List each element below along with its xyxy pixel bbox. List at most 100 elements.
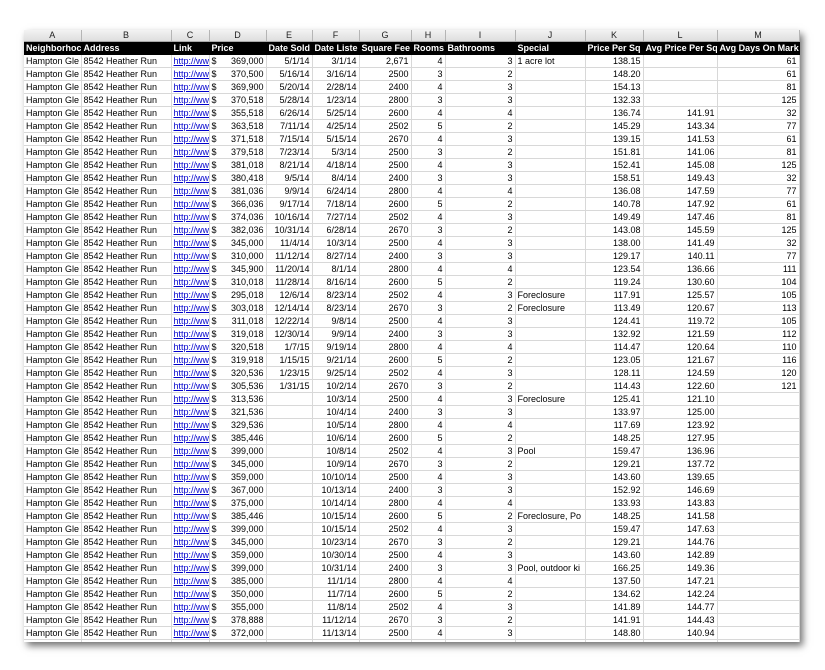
address-cell[interactable]: 8542 Heather Run: [81, 340, 172, 354]
bathrooms-cell[interactable]: 2: [445, 197, 516, 211]
date-sold-cell[interactable]: [266, 483, 313, 497]
rooms-cell[interactable]: 3: [411, 613, 446, 627]
price-per-sq-cell[interactable]: 159.47: [585, 444, 644, 458]
special-cell[interactable]: [515, 496, 586, 510]
neighborhood-cell[interactable]: Hampton Gle: [24, 171, 82, 185]
link-cell[interactable]: http://ww: [171, 470, 210, 484]
bathrooms-cell[interactable]: 4: [445, 496, 516, 510]
listing-link[interactable]: http://ww: [174, 524, 209, 534]
column-letter[interactable]: L: [643, 30, 718, 42]
date-sold-cell[interactable]: 5/16/14: [266, 67, 313, 81]
price-cell[interactable]: $363,518: [209, 119, 267, 133]
price-cell[interactable]: $367,000: [209, 483, 267, 497]
special-cell[interactable]: [515, 457, 586, 471]
date-listed-cell[interactable]: 10/3/14: [312, 392, 360, 406]
column-letter[interactable]: J: [515, 30, 586, 42]
square-feet-cell[interactable]: 2,671: [359, 54, 412, 68]
price-cell[interactable]: $313,536: [209, 392, 267, 406]
square-feet-cell[interactable]: 2670: [359, 301, 412, 315]
price-cell[interactable]: $345,900: [209, 262, 267, 276]
price-per-sq-cell[interactable]: 148.20: [585, 67, 644, 81]
neighborhood-cell[interactable]: Hampton Gle: [24, 509, 82, 523]
date-listed-cell[interactable]: 10/15/14: [312, 509, 360, 523]
neighborhood-cell[interactable]: Hampton Gle: [24, 314, 82, 328]
square-feet-cell[interactable]: 2670: [359, 613, 412, 627]
neighborhood-cell[interactable]: Hampton Gle: [24, 379, 82, 393]
avg-days-on-market-cell[interactable]: 110: [717, 340, 800, 354]
bathrooms-cell[interactable]: 3: [445, 236, 516, 250]
address-cell[interactable]: 8542 Heather Run: [81, 197, 172, 211]
price-per-sq-cell[interactable]: 138.00: [585, 236, 644, 250]
price-per-sq-cell[interactable]: 152.41: [585, 158, 644, 172]
avg-days-on-market-cell[interactable]: 125: [717, 223, 800, 237]
date-listed-cell[interactable]: 11/8/14: [312, 600, 360, 614]
date-listed-cell[interactable]: 7/18/14: [312, 197, 360, 211]
neighborhood-cell[interactable]: Hampton Gle: [24, 249, 82, 263]
column-letter[interactable]: G: [359, 30, 412, 42]
column-letter[interactable]: A: [24, 30, 82, 42]
address-cell[interactable]: 8542 Heather Run: [81, 132, 172, 146]
price-per-sq-cell[interactable]: 143.60: [585, 470, 644, 484]
listing-link[interactable]: http://ww: [174, 615, 209, 625]
avg-price-per-sq-cell[interactable]: 139.65: [643, 470, 718, 484]
rooms-cell[interactable]: 4: [411, 392, 446, 406]
square-feet-cell[interactable]: 2500: [359, 548, 412, 562]
date-listed-cell[interactable]: 10/9/14: [312, 457, 360, 471]
avg-days-on-market-cell[interactable]: 32: [717, 106, 800, 120]
rooms-cell[interactable]: 4: [411, 418, 446, 432]
avg-days-on-market-cell[interactable]: 32: [717, 236, 800, 250]
neighborhood-cell[interactable]: Hampton Gle: [24, 522, 82, 536]
avg-price-per-sq-cell[interactable]: 141.53: [643, 132, 718, 146]
avg-days-on-market-cell[interactable]: [717, 418, 800, 432]
avg-days-on-market-cell[interactable]: [717, 405, 800, 419]
date-sold-cell[interactable]: 12/14/14: [266, 301, 313, 315]
date-listed-cell[interactable]: 5/25/14: [312, 106, 360, 120]
special-cell[interactable]: [515, 340, 586, 354]
price-cell[interactable]: $371,518: [209, 132, 267, 146]
bathrooms-cell[interactable]: 3: [445, 639, 516, 642]
date-listed-cell[interactable]: 7/27/14: [312, 210, 360, 224]
link-cell[interactable]: http://ww: [171, 275, 210, 289]
address-cell[interactable]: 8542 Heather Run: [81, 470, 172, 484]
price-per-sq-cell[interactable]: 124.41: [585, 314, 644, 328]
square-feet-cell[interactable]: 2500: [359, 67, 412, 81]
date-sold-cell[interactable]: [266, 600, 313, 614]
address-cell[interactable]: 8542 Heather Run: [81, 119, 172, 133]
neighborhood-cell[interactable]: Hampton Gle: [24, 223, 82, 237]
special-cell[interactable]: [515, 405, 586, 419]
header-cell[interactable]: Special: [515, 41, 586, 55]
price-per-sq-cell[interactable]: 152.92: [585, 483, 644, 497]
date-listed-cell[interactable]: 2/28/14: [312, 80, 360, 94]
bathrooms-cell[interactable]: 2: [445, 587, 516, 601]
avg-days-on-market-cell[interactable]: [717, 561, 800, 575]
listing-link[interactable]: http://ww: [174, 459, 209, 469]
price-cell[interactable]: $310,018: [209, 275, 267, 289]
bathrooms-cell[interactable]: 2: [445, 301, 516, 315]
listing-link[interactable]: http://ww: [174, 446, 209, 456]
avg-price-per-sq-cell[interactable]: 141.58: [643, 509, 718, 523]
address-cell[interactable]: 8542 Heather Run: [81, 561, 172, 575]
avg-price-per-sq-cell[interactable]: 149.43: [643, 171, 718, 185]
neighborhood-cell[interactable]: Hampton Gle: [24, 54, 82, 68]
neighborhood-cell[interactable]: Hampton Gle: [24, 392, 82, 406]
avg-days-on-market-cell[interactable]: 61: [717, 197, 800, 211]
link-cell[interactable]: http://ww: [171, 106, 210, 120]
price-cell[interactable]: $385,446: [209, 509, 267, 523]
price-per-sq-cell[interactable]: 136.08: [585, 184, 644, 198]
avg-price-per-sq-cell[interactable]: 142.89: [643, 548, 718, 562]
bathrooms-cell[interactable]: 3: [445, 249, 516, 263]
price-cell[interactable]: $345,000: [209, 236, 267, 250]
link-cell[interactable]: http://ww: [171, 80, 210, 94]
price-per-sq-cell[interactable]: 132.33: [585, 93, 644, 107]
rooms-cell[interactable]: 3: [411, 327, 446, 341]
price-per-sq-cell[interactable]: 114.43: [585, 379, 644, 393]
bathrooms-cell[interactable]: 4: [445, 574, 516, 588]
rooms-cell[interactable]: 4: [411, 54, 446, 68]
listing-link[interactable]: http://ww: [174, 485, 209, 495]
price-cell[interactable]: $399,000: [209, 444, 267, 458]
listing-link[interactable]: http://ww: [174, 381, 209, 391]
avg-price-per-sq-cell[interactable]: 147.92: [643, 197, 718, 211]
price-cell[interactable]: $320,536: [209, 366, 267, 380]
price-cell[interactable]: $366,036: [209, 197, 267, 211]
square-feet-cell[interactable]: 2400: [359, 327, 412, 341]
